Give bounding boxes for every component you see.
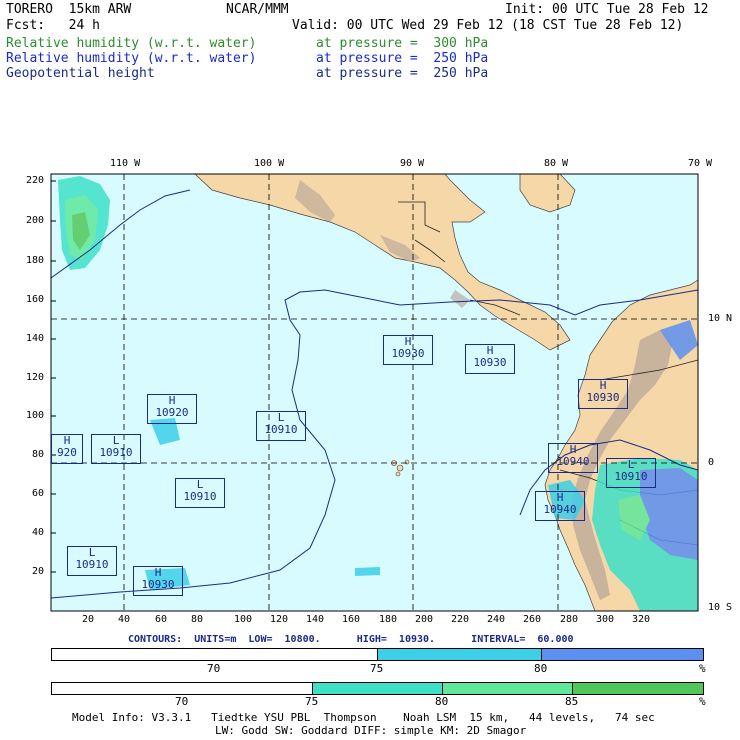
lat-label-10s: 10 S (708, 602, 733, 613)
x-tick: 200 (415, 614, 434, 625)
y-tick: 180 (26, 255, 45, 266)
colorbar-segment (313, 683, 443, 694)
x-tick: 60 (155, 614, 168, 625)
pressure-center-box: H 10940 (535, 491, 585, 521)
colorbar-label: 85 (565, 695, 579, 708)
colorbar-label: 75 (305, 695, 319, 708)
y-tick: 200 (26, 215, 45, 226)
x-tick: 120 (270, 614, 289, 625)
pressure-center-box: H 10940 (548, 443, 598, 473)
contour-info: CONTOURS: UNITS=m LOW= 10800. HIGH= 1093… (128, 634, 574, 645)
colorbar-label: 75 (370, 662, 384, 675)
lon-label-80w: 80 W (544, 158, 569, 169)
colorbar-segment (542, 649, 703, 660)
lon-label-100w: 100 W (254, 158, 285, 169)
lon-label-90w: 90 W (400, 158, 425, 169)
colorbar-label: % (699, 695, 706, 708)
pressure-center-box: L 10910 (91, 434, 141, 464)
y-tick: 220 (26, 175, 45, 186)
x-tick: 160 (342, 614, 361, 625)
colorbar-segment (52, 683, 313, 694)
y-tick: 140 (26, 333, 45, 344)
x-tick: 280 (560, 614, 579, 625)
physics-info: LW: Godd SW: Goddard DIFF: simple KM: 2D… (215, 724, 527, 737)
colorbar-segment (573, 683, 703, 694)
x-tick: 180 (379, 614, 398, 625)
colorbar-label: 70 (175, 695, 189, 708)
colorbar-label: 80 (534, 662, 548, 675)
y-tick: 60 (32, 488, 45, 499)
pressure-center-box: L 10910 (175, 478, 225, 508)
colorbar-label: % (699, 662, 706, 675)
y-tick: 80 (32, 449, 45, 460)
y-tick: 40 (32, 527, 45, 538)
lon-label-110w: 110 W (110, 158, 141, 169)
weather-map (50, 173, 699, 612)
lon-label-70w: 70 W (688, 158, 713, 169)
pressure-center-box: H 10930 (578, 379, 628, 409)
colorbar-segment (443, 683, 573, 694)
y-tick: 120 (26, 372, 45, 383)
x-tick: 240 (487, 614, 506, 625)
y-tick: 160 (26, 294, 45, 305)
model-info: Model Info: V3.3.1 Tiedtke YSU PBL Thomp… (72, 711, 655, 724)
x-tick: 20 (82, 614, 95, 625)
colorbar-250hpa (51, 648, 704, 661)
x-tick: 320 (632, 614, 651, 625)
colorbar-300hpa (51, 682, 704, 695)
x-tick: 40 (118, 614, 131, 625)
x-tick: 100 (234, 614, 253, 625)
x-tick: 140 (306, 614, 325, 625)
x-tick: 260 (523, 614, 542, 625)
pressure-center-box: H 10930 (383, 335, 433, 365)
pressure-center-box: H 920 (51, 434, 83, 464)
x-tick: 80 (191, 614, 204, 625)
colorbar-segment (378, 649, 542, 660)
pressure-center-box: H 10930 (465, 344, 515, 374)
pressure-center-box: L 10910 (606, 458, 656, 488)
colorbar-segment (52, 649, 378, 660)
colorbar-label: 80 (435, 695, 449, 708)
lat-label-0: 0 (708, 457, 715, 468)
pressure-center-box: H 10920 (147, 394, 197, 424)
pressure-center-box: L 10910 (67, 546, 117, 576)
y-tick: 20 (32, 566, 45, 577)
lat-label-10n: 10 N (708, 313, 733, 324)
pressure-center-box: H 10930 (133, 566, 183, 596)
colorbar-label: 70 (207, 662, 221, 675)
x-tick: 300 (596, 614, 615, 625)
x-tick: 220 (451, 614, 470, 625)
y-tick: 100 (26, 410, 45, 421)
pressure-center-box: L 10910 (256, 411, 306, 441)
